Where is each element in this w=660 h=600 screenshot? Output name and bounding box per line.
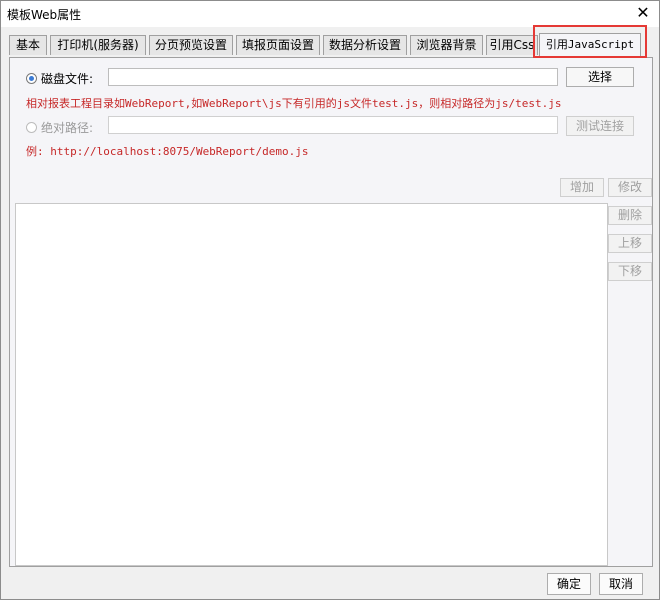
javascript-file-list[interactable] <box>15 203 608 566</box>
move-down-button[interactable]: 下移 <box>608 262 652 281</box>
choose-button[interactable]: 选择 <box>566 67 634 87</box>
disk-file-hint: 相对报表工程目录如WebReport,如WebReport\js下有引用的js文… <box>26 97 562 110</box>
tab-browser-background[interactable]: 浏览器背景 <box>410 35 483 55</box>
delete-button[interactable]: 删除 <box>608 206 652 225</box>
absolute-path-option[interactable]: 绝对路径: <box>26 119 93 136</box>
move-up-button[interactable]: 上移 <box>608 234 652 253</box>
absolute-path-radio[interactable] <box>26 122 37 133</box>
disk-file-label: 磁盘文件: <box>41 72 94 86</box>
ok-button[interactable]: 确定 <box>547 573 591 595</box>
disk-file-radio[interactable] <box>26 73 37 84</box>
disk-file-path-input[interactable] <box>108 68 558 86</box>
tab-fill-page-settings[interactable]: 填报页面设置 <box>236 35 320 55</box>
absolute-path-input[interactable] <box>108 116 558 134</box>
window-title: 模板Web属性 <box>7 8 82 22</box>
template-web-properties-dialog: 模板Web属性 ✕ 基本 打印机(服务器) 分页预览设置 填报页面设置 数据分析… <box>0 0 660 600</box>
tab-page-preview-settings[interactable]: 分页预览设置 <box>149 35 233 55</box>
disk-file-option[interactable]: 磁盘文件: <box>26 70 93 87</box>
test-connection-button[interactable]: 测试连接 <box>566 116 634 136</box>
javascript-panel: 磁盘文件: 选择 相对报表工程目录如WebReport,如WebReport\j… <box>9 57 653 567</box>
tab-printer-server[interactable]: 打印机(服务器) <box>50 35 146 55</box>
tab-basic[interactable]: 基本 <box>9 35 47 55</box>
cancel-button[interactable]: 取消 <box>599 573 643 595</box>
close-icon[interactable]: ✕ <box>633 3 653 23</box>
example-hint: 例: http://localhost:8075/WebReport/demo.… <box>26 145 309 158</box>
tab-data-analysis-settings[interactable]: 数据分析设置 <box>323 35 407 55</box>
tab-reference-javascript[interactable]: 引用JavaScript <box>539 33 641 58</box>
title-bar: 模板Web属性 ✕ <box>1 1 659 27</box>
add-button[interactable]: 增加 <box>560 178 604 197</box>
tab-reference-css[interactable]: 引用Css <box>486 35 538 55</box>
absolute-path-label: 绝对路径: <box>41 121 94 135</box>
tab-strip: 基本 打印机(服务器) 分页预览设置 填报页面设置 数据分析设置 浏览器背景 引… <box>9 25 654 58</box>
modify-button[interactable]: 修改 <box>608 178 652 197</box>
